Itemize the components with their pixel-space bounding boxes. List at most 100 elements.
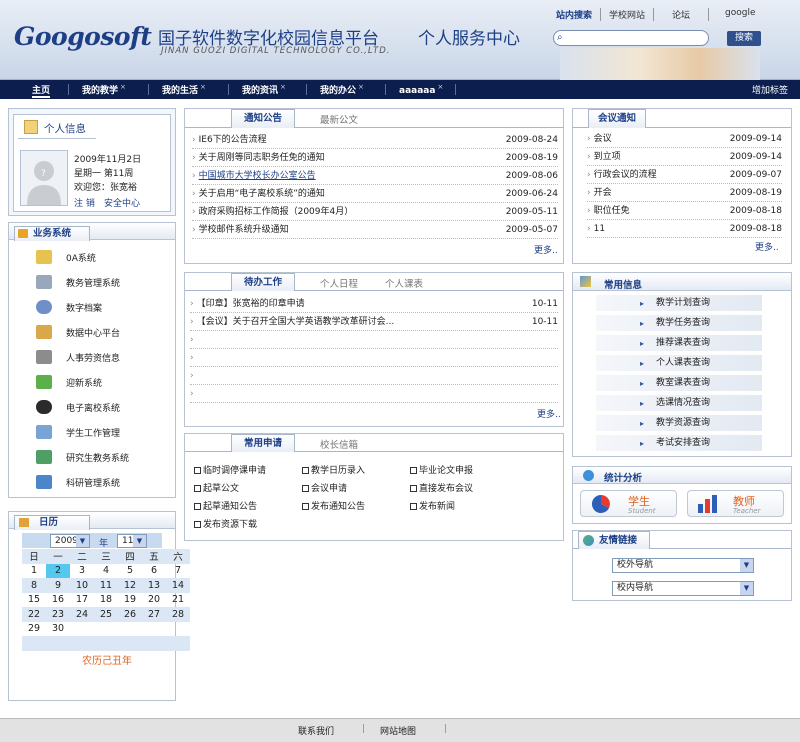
meeting-title[interactable]: 开会: [594, 188, 612, 198]
nav-tab-teaching[interactable]: 我的教学 ×: [82, 83, 126, 96]
todo-title[interactable]: 【会议】关于召开全国大学英语教学改革研讨会...: [197, 317, 395, 327]
logo[interactable]: Googosoft: [14, 22, 152, 51]
footer-sitemap-link[interactable]: 网站地图: [380, 724, 416, 737]
meeting-row[interactable]: › 会议 2009-09-14: [587, 130, 782, 148]
notice-row[interactable]: › 关于周刚等同志职务任免的通知 2009-08-19: [192, 149, 558, 167]
close-icon[interactable]: ×: [200, 83, 206, 91]
todo-row[interactable]: › 【会议】关于召开全国大学英语教学改革研讨会... 10-11: [190, 313, 558, 331]
day-cell[interactable]: 26: [118, 607, 142, 622]
notice-title[interactable]: 关于启用“电子离校系统”的通知: [199, 189, 325, 199]
top-link-school[interactable]: 学校网站: [600, 8, 653, 21]
system-item-enrollment[interactable]: 迎新系统: [30, 372, 165, 394]
notice-row[interactable]: › 政府采购招标工作简报（2009年4月） 2009-05-11: [192, 203, 558, 221]
notice-title[interactable]: 政府采购招标工作简报（2009年4月）: [199, 207, 354, 217]
meeting-row[interactable]: › 行政会议的流程 2009-09-07: [587, 166, 782, 184]
day-cell[interactable]: 21: [166, 593, 190, 608]
meeting-row[interactable]: › 到立项 2009-09-14: [587, 148, 782, 166]
system-item-leaving[interactable]: 电子离校系统: [30, 397, 165, 419]
day-cell[interactable]: 16: [46, 593, 70, 608]
app-link-meeting-request[interactable]: 会议申请: [302, 482, 347, 496]
day-cell[interactable]: 11: [94, 578, 118, 593]
security-center-link[interactable]: 安全中心: [104, 196, 140, 209]
notices-more-link[interactable]: 更多..: [534, 243, 558, 256]
tab-schedule[interactable]: 个人日程: [320, 276, 358, 290]
system-item-academic[interactable]: 教务管理系统: [30, 272, 165, 294]
teacher-stats-button[interactable]: 教师 Teacher: [687, 490, 784, 517]
year-select[interactable]: 2009 ▼: [50, 534, 90, 548]
top-link-search[interactable]: 站内搜索: [548, 8, 600, 21]
query-link-teaching-resources[interactable]: ▸ 教学资源查询: [596, 415, 762, 432]
nav-tab-custom[interactable]: aaaaaa ×: [399, 83, 443, 96]
close-icon[interactable]: ×: [280, 83, 286, 91]
query-link-teaching-task[interactable]: ▸ 教学任务查询: [596, 315, 762, 332]
search-button[interactable]: 搜索: [727, 31, 761, 46]
system-item-graduate[interactable]: 研究生教务系统: [30, 447, 165, 469]
meeting-title[interactable]: 会议: [594, 134, 612, 144]
external-nav-select[interactable]: 校外导航 ▼: [612, 558, 754, 573]
app-link-publish-news[interactable]: 发布新闻: [410, 500, 455, 514]
system-item-archive[interactable]: 数字档案: [30, 297, 165, 319]
notice-row[interactable]: › IE6下的公告流程 2009-08-24: [192, 131, 558, 149]
system-item-datacenter[interactable]: 数据中心平台: [30, 322, 165, 344]
notice-row[interactable]: › 中国城市大学校长办公室公告 2009-08-06: [192, 167, 558, 185]
day-cell[interactable]: 28: [166, 607, 190, 622]
app-link-publish-meeting[interactable]: 直接发布会议: [410, 482, 473, 496]
app-link-course-change[interactable]: 临时调停课申请: [194, 464, 266, 478]
query-link-teaching-plan[interactable]: ▸ 教学计划查询: [596, 295, 762, 312]
meetings-more-link[interactable]: 更多..: [755, 240, 779, 253]
nav-tab-office[interactable]: 我的办公 ×: [320, 83, 364, 96]
system-item-research[interactable]: 科研管理系统: [30, 472, 165, 494]
notice-title[interactable]: 中国城市大学校长办公室公告: [199, 171, 316, 181]
day-cell[interactable]: 6: [142, 564, 166, 579]
notice-row[interactable]: › 关于启用“电子离校系统”的通知 2009-06-24: [192, 185, 558, 203]
system-item-student[interactable]: 学生工作管理: [30, 422, 165, 444]
day-cell[interactable]: 4: [94, 564, 118, 579]
nav-tab-home[interactable]: 主页: [32, 83, 51, 98]
todo-title[interactable]: 【印章】张宽裕的印章申请: [197, 299, 305, 309]
meeting-title[interactable]: 到立项: [594, 152, 621, 162]
tab-applications[interactable]: 常用申请: [231, 434, 295, 452]
add-tab-button[interactable]: 增加标签: [752, 83, 788, 96]
day-cell[interactable]: 22: [22, 607, 46, 622]
app-link-publish-download[interactable]: 发布资源下载: [194, 518, 257, 532]
meeting-title[interactable]: 11: [594, 224, 605, 234]
internal-nav-select[interactable]: 校内导航 ▼: [612, 581, 754, 596]
day-cell[interactable]: 15: [22, 593, 46, 608]
day-cell[interactable]: 13: [142, 578, 166, 593]
day-cell[interactable]: 27: [142, 607, 166, 622]
notice-title[interactable]: 关于周刚等同志职务任免的通知: [199, 153, 325, 163]
search-input[interactable]: ⌕: [553, 30, 709, 46]
day-cell-today[interactable]: 2: [46, 563, 70, 578]
meeting-title[interactable]: 行政会议的流程: [594, 170, 657, 180]
day-cell[interactable]: 23: [46, 607, 70, 622]
top-link-forum[interactable]: 论坛: [653, 8, 708, 21]
day-cell[interactable]: 12: [118, 578, 142, 593]
day-cell[interactable]: 20: [142, 593, 166, 608]
meeting-row[interactable]: › 职位任免 2009-08-18: [587, 202, 782, 220]
day-cell[interactable]: 18: [94, 593, 118, 608]
meeting-title[interactable]: 职位任免: [594, 206, 630, 216]
query-link-personal-timetable[interactable]: ▸ 个人课表查询: [596, 355, 762, 372]
day-cell[interactable]: 17: [70, 593, 94, 608]
todo-more-link[interactable]: 更多..: [537, 407, 561, 420]
notice-title[interactable]: 学校邮件系统升级通知: [199, 225, 289, 235]
app-link-draft-document[interactable]: 起草公文: [194, 482, 239, 496]
day-cell[interactable]: 30: [46, 622, 70, 637]
day-cell[interactable]: 10: [70, 578, 94, 593]
tab-timetable[interactable]: 个人课表: [385, 276, 423, 290]
system-item-hr[interactable]: 人事劳资信息: [30, 347, 165, 369]
system-item-oa[interactable]: 0A系统: [30, 247, 165, 269]
day-cell[interactable]: 14: [166, 578, 190, 593]
day-cell[interactable]: 9: [46, 578, 70, 593]
meeting-row[interactable]: › 11 2009-08-18: [587, 220, 782, 238]
app-link-publish-notice[interactable]: 发布通知公告: [302, 500, 365, 514]
tab-documents[interactable]: 最新公文: [320, 112, 358, 126]
close-icon[interactable]: ×: [437, 83, 443, 91]
day-cell[interactable]: 24: [70, 607, 94, 622]
app-link-teaching-calendar[interactable]: 教学日历录入: [302, 464, 365, 478]
day-cell[interactable]: 25: [94, 607, 118, 622]
close-icon[interactable]: ×: [120, 83, 126, 91]
notice-row[interactable]: › 学校邮件系统升级通知 2009-05-07: [192, 221, 558, 239]
footer-contact-link[interactable]: 联系我们: [298, 724, 334, 737]
query-link-recommended-timetable[interactable]: ▸ 推荐课表查询: [596, 335, 762, 352]
